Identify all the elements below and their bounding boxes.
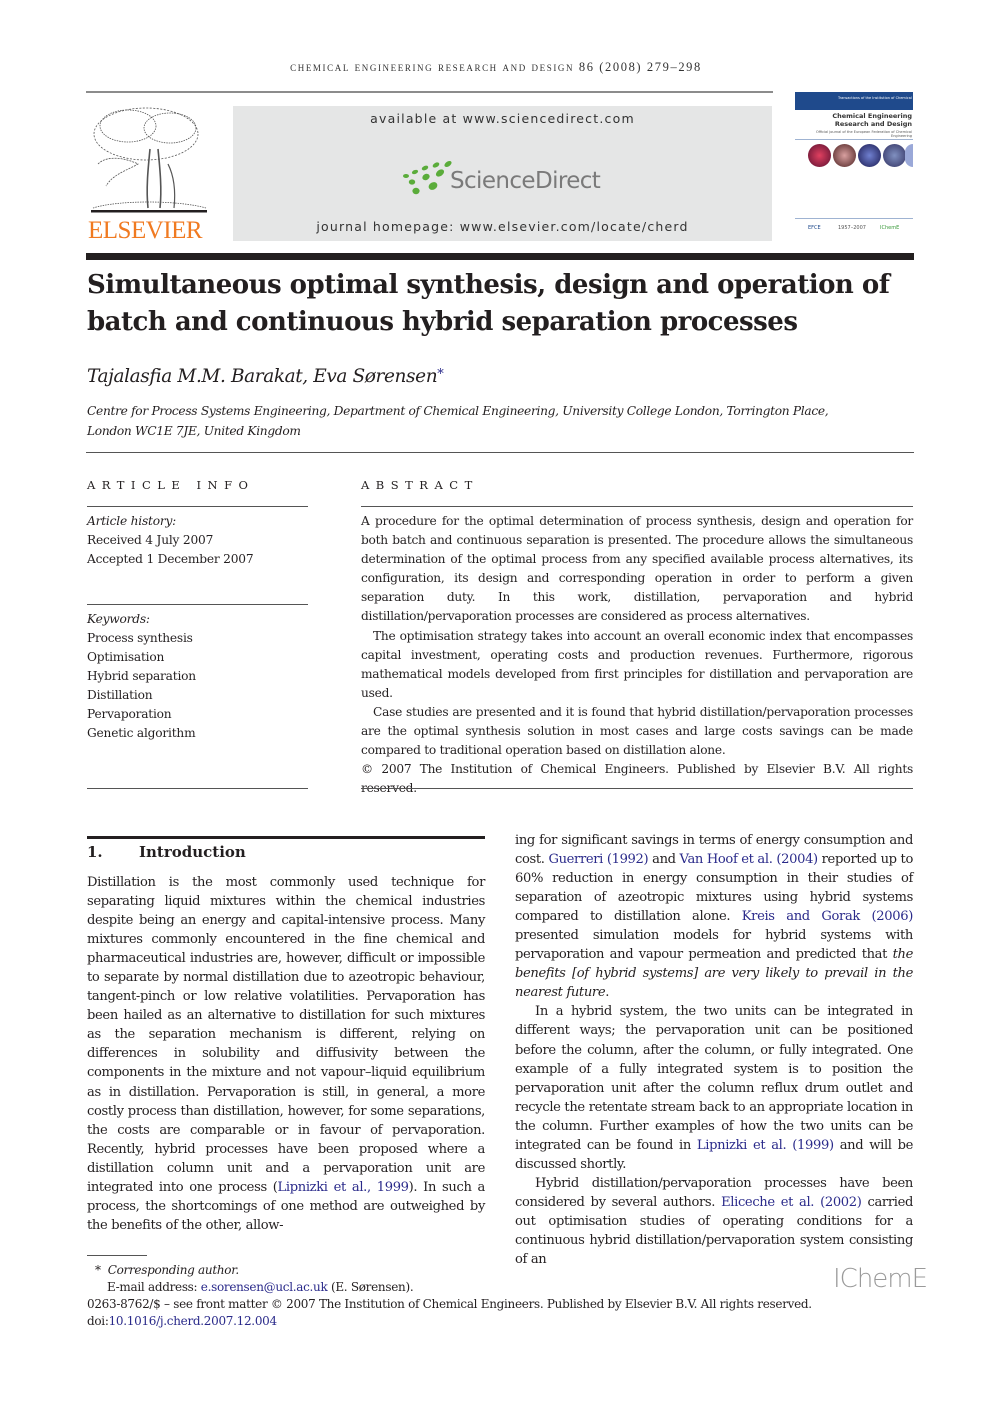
keywords-block: Keywords: Process synthesis Optimisation… <box>87 610 196 743</box>
section-title: Introduction <box>139 843 246 861</box>
abstract-rule <box>361 506 913 507</box>
affiliation: Centre for Process Systems Engineering, … <box>87 402 917 441</box>
doi-link[interactable]: 10.1016/j.cherd.2007.12.004 <box>109 1314 278 1328</box>
available-at-link[interactable]: available at www.sciencedirect.com <box>233 111 772 126</box>
article-title: Simultaneous optimal synthesis, design a… <box>87 267 917 341</box>
journal-homepage-link[interactable]: journal homepage: www.elsevier.com/locat… <box>233 219 772 234</box>
affiliation-line-1: Centre for Process Systems Engineering, … <box>87 404 829 418</box>
body-column-left: Distillation is the most commonly used t… <box>87 873 485 1235</box>
header-rule <box>86 91 773 93</box>
abstract-end-rule <box>361 788 913 789</box>
front-matter: 0263-8762/$ – see front matter © 2007 Th… <box>87 1297 812 1311</box>
section-heading: 1. Introduction <box>87 843 246 861</box>
section-number: 1. <box>87 843 103 861</box>
body-paragraph: Distillation is the most commonly used t… <box>87 873 485 1235</box>
journal-citation: chemical engineering research and design… <box>290 60 702 74</box>
abstract-paragraph: Case studies are presented and it is fou… <box>361 704 913 758</box>
footnote-rule <box>87 1255 147 1256</box>
elsevier-tree-icon <box>91 107 207 213</box>
cover-subtitle: Official journal of the European Federat… <box>815 130 912 138</box>
article-info-heading: ARTICLE INFO <box>87 478 255 492</box>
body-text: In a hybrid system, the two units can be… <box>515 1004 913 1153</box>
cover-badge-efce: EFCE <box>808 225 821 231</box>
abstract-heading: ABSTRACT <box>361 478 479 492</box>
keyword[interactable]: Process synthesis <box>87 629 196 648</box>
cover-badge-anniversary: 1957–2007 <box>838 225 866 231</box>
cover-band <box>795 92 913 110</box>
abstract-copyright: © 2007 The Institution of Chemical Engin… <box>361 762 913 796</box>
footnote-mark: * <box>95 1263 101 1277</box>
received-date: Received 4 July 2007 <box>87 533 214 547</box>
article-history: Article history: Received 4 July 2007 Ac… <box>87 512 254 569</box>
body-text: presented simulation models for hybrid s… <box>515 928 913 963</box>
citation-link[interactable]: Lipnizki et al. (1999) <box>697 1138 834 1153</box>
article-info-rule <box>87 506 308 507</box>
affiliation-rule <box>86 452 914 453</box>
title-line-1: Simultaneous optimal synthesis, design a… <box>87 270 890 300</box>
body-column-right: ing for significant savings in terms of … <box>515 831 913 1269</box>
citation-link[interactable]: Eliceche et al. (2002) <box>721 1195 862 1210</box>
authors: Tajalasfia M.M. Barakat, Eva Sørensen* <box>87 366 444 387</box>
icheme-logo: IChemE <box>833 1264 928 1294</box>
cover-image-4 <box>883 144 906 167</box>
footnote-text: Corresponding author. <box>107 1263 239 1277</box>
running-head: chemical engineering research and design… <box>0 60 992 75</box>
abstract-paragraph: The optimisation strategy takes into acc… <box>361 628 913 700</box>
cover-band-text: Transactions of the Institution of Chemi… <box>838 96 931 100</box>
citation-link[interactable]: Guerreri (1992) <box>548 852 648 867</box>
cover-image-3 <box>858 144 881 167</box>
cover-rule <box>795 218 913 219</box>
body-paragraph: Hybrid distillation/pervaporation proces… <box>515 1174 913 1269</box>
doi-line: doi:10.1016/j.cherd.2007.12.004 <box>87 1313 277 1330</box>
cover-image-5 <box>905 144 913 167</box>
keyword[interactable]: Optimisation <box>87 648 196 667</box>
body-text: and <box>648 852 680 868</box>
keyword[interactable]: Distillation <box>87 686 196 705</box>
keyword[interactable]: Genetic algorithm <box>87 724 196 743</box>
author-names: Tajalasfia M.M. Barakat, Eva Sørensen <box>87 366 438 387</box>
body-paragraph: ing for significant savings in terms of … <box>515 831 913 1002</box>
affiliation-line-2: London WC1E 7JE, United Kingdom <box>87 423 301 438</box>
cover-image-1 <box>808 144 831 167</box>
citation-link[interactable]: Kreis and Gorak (2006) <box>742 909 914 924</box>
keywords-label: Keywords: <box>87 612 150 626</box>
article-info-end-rule <box>87 788 308 789</box>
cover-badge-icheme: IChemE <box>880 225 900 231</box>
keyword[interactable]: Pervaporation <box>87 705 196 724</box>
email-note: E-mail address: e.sorensen@ucl.ac.uk (E.… <box>107 1279 414 1296</box>
keywords-rule <box>87 604 308 605</box>
keyword[interactable]: Hybrid separation <box>87 667 196 686</box>
cover-image-2 <box>833 144 856 167</box>
abstract: A procedure for the optimal determinatio… <box>361 512 913 798</box>
title-rule <box>86 253 914 260</box>
body-paragraph: In a hybrid system, the two units can be… <box>515 1002 913 1173</box>
doi-label: doi: <box>87 1314 109 1328</box>
accepted-date: Accepted 1 December 2007 <box>87 552 254 566</box>
sciencedirect-logo-text[interactable]: ScienceDirect <box>450 168 601 194</box>
citation-link[interactable]: Lipnizki et al., 1999 <box>278 1180 409 1195</box>
elsevier-logo[interactable]: ELSEVIER <box>88 218 212 244</box>
citation-link[interactable]: Van Hoof et al. (2004) <box>680 852 819 867</box>
cover-title: Chemical Engineering Research and Design <box>832 112 912 128</box>
history-label: Article history: <box>87 514 177 528</box>
corresponding-author-mark[interactable]: * <box>437 367 444 382</box>
abstract-paragraph: A procedure for the optimal determinatio… <box>361 514 913 624</box>
email-link[interactable]: e.sorensen@ucl.ac.uk <box>201 1280 328 1294</box>
corresponding-author-note: * Corresponding author. <box>95 1262 239 1279</box>
body-text: Distillation is the most commonly used t… <box>87 875 485 1195</box>
email-label: E-mail address: <box>107 1280 201 1294</box>
title-line-2: batch and continuous hybrid separation p… <box>87 307 798 337</box>
section-rule <box>87 836 485 839</box>
cover-rule <box>795 139 913 140</box>
email-suffix: (E. Sørensen). <box>327 1280 414 1294</box>
body-text: . <box>605 985 610 1001</box>
